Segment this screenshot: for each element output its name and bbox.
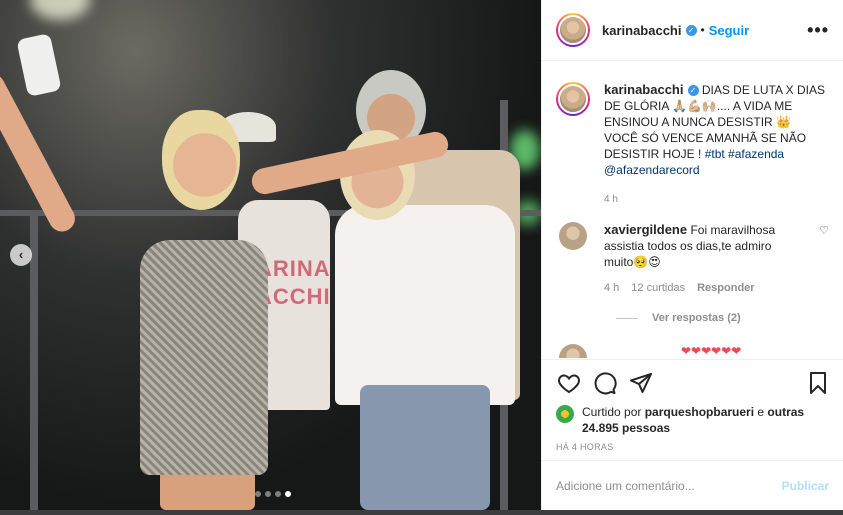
post-side-panel: karinabacchi ✓ • Seguir ••• karinabacchi… (541, 0, 843, 510)
avatar[interactable] (556, 82, 590, 116)
divider (616, 317, 638, 319)
legs (160, 470, 255, 510)
avatar[interactable] (559, 222, 587, 250)
follow-button[interactable]: Seguir (709, 23, 749, 38)
jeans (360, 385, 490, 510)
sequin-dress (140, 240, 268, 475)
comment-input[interactable] (556, 478, 782, 493)
window-bottom-edge (0, 510, 843, 515)
post-header: karinabacchi ✓ • Seguir ••• (542, 0, 843, 61)
carousel-dot-active (285, 491, 291, 497)
comment-username[interactable]: xaviergildene (604, 222, 687, 237)
carousel-dot (255, 491, 261, 497)
reply-button[interactable]: Responder (697, 280, 754, 296)
blonde-woman-head (162, 110, 240, 210)
likes-middle: e (754, 405, 768, 419)
author-username[interactable]: karinabacchi (602, 23, 682, 38)
share-icon[interactable] (628, 370, 654, 396)
comment-likes[interactable]: 12 curtidas (631, 280, 685, 296)
bookmark-icon[interactable] (805, 370, 831, 396)
stage-light (30, 0, 90, 20)
comment-icon[interactable] (592, 370, 618, 396)
verified-icon: ✓ (687, 85, 699, 97)
comment-like-icon[interactable]: ♡ (819, 224, 829, 296)
verified-icon: ✓ (685, 24, 697, 36)
view-replies-button[interactable]: Ver respostas (2) (616, 312, 829, 324)
caption-timestamp[interactable]: 4 h (604, 192, 826, 208)
comment-timestamp[interactable]: 4 h (604, 280, 619, 296)
woman-in-white-blouse (335, 205, 515, 405)
carousel-dots (255, 491, 291, 497)
avatar[interactable] (559, 344, 587, 358)
post-actions: Curtido por parqueshopbarueri e outras 2… (542, 359, 843, 452)
likes-prefix: Curtido por (582, 405, 645, 419)
post-timestamp[interactable]: HÁ 4 HORAS (556, 442, 831, 452)
add-comment-bar: Publicar (542, 460, 843, 510)
avatar[interactable] (556, 405, 574, 423)
separator-dot: • (700, 23, 705, 37)
caption-username[interactable]: karinabacchi (604, 82, 684, 97)
avatar[interactable] (556, 13, 590, 47)
post-caption: karinabacchi ✓ DIAS DE LUTA X DIAS DE GLÓ… (556, 82, 829, 208)
comments-list[interactable]: karinabacchi ✓ DIAS DE LUTA X DIAS DE GLÓ… (542, 62, 843, 358)
comment-item: ❤❤❤❤❤❤ (556, 344, 829, 358)
likes-summary: Curtido por parqueshopbarueri e outras 2… (556, 404, 831, 436)
carousel-dot (265, 491, 271, 497)
carousel-dot (275, 491, 281, 497)
heart-icon[interactable] (556, 370, 582, 396)
carousel-prev-button[interactable]: ‹ (10, 244, 32, 266)
publish-button[interactable]: Publicar (782, 479, 829, 493)
comment-text: ❤❤❤❤❤❤ (681, 344, 742, 358)
more-options-icon[interactable]: ••• (807, 20, 829, 41)
view-replies-label: Ver respostas (2) (652, 312, 741, 324)
comment-item: xaviergildene Foi maravilhosa assistia t… (556, 222, 829, 296)
liker-username[interactable]: parqueshopbarueri (645, 405, 754, 419)
handkerchief (16, 33, 62, 97)
chevron-left-icon: ‹ (18, 247, 24, 262)
post-photo[interactable]: ARINA ACCHI ‹ (0, 0, 541, 510)
